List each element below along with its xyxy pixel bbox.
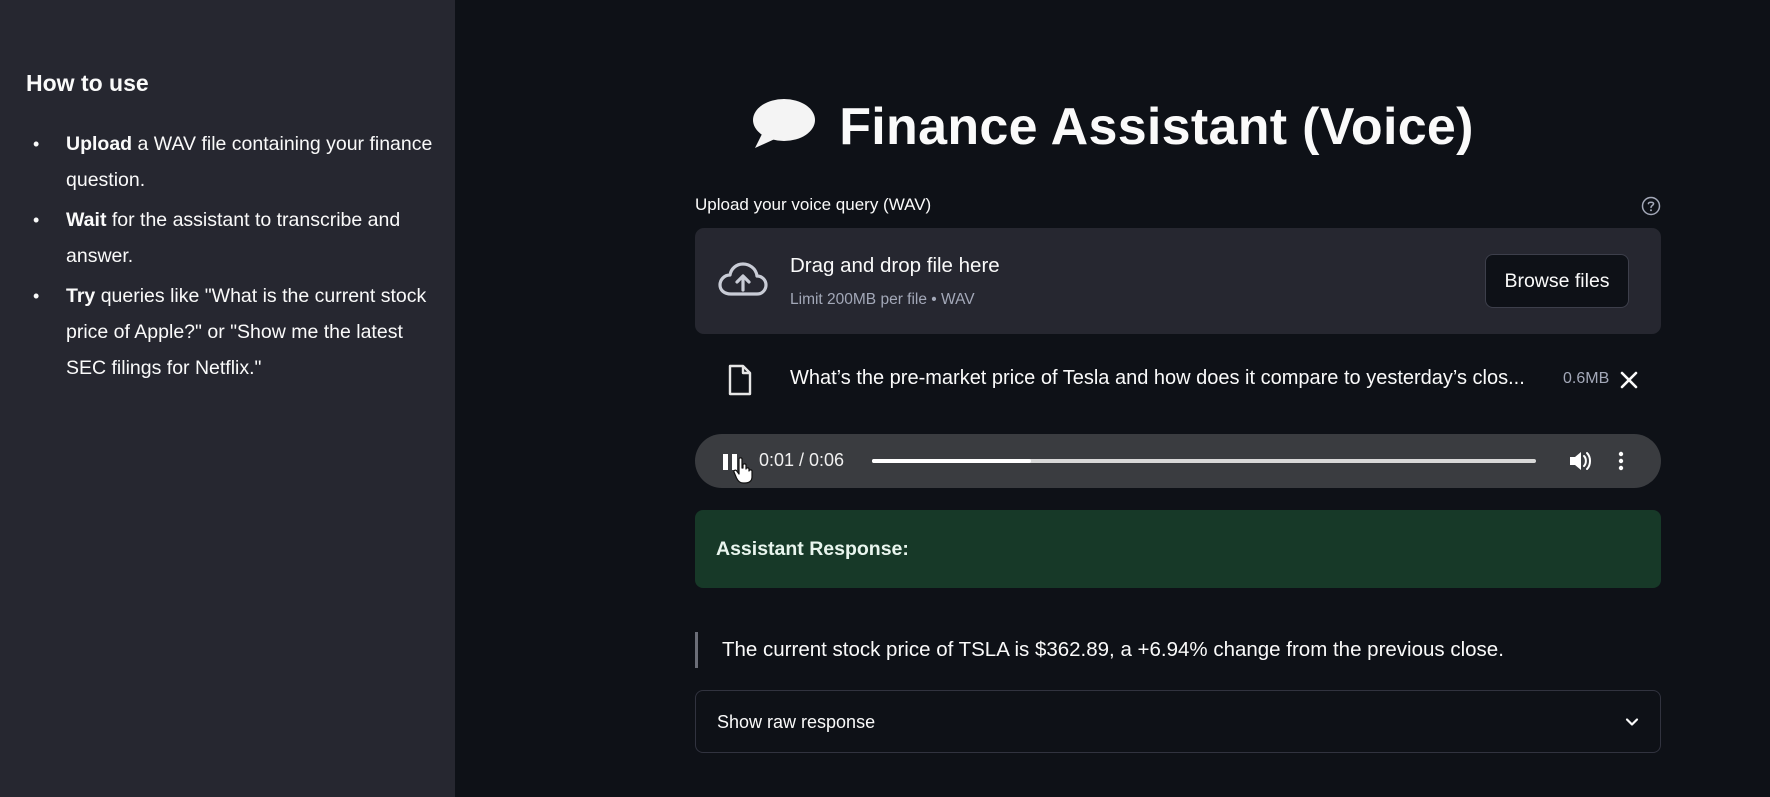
main-content: Finance Assistant (Voice) Upload your vo… (455, 0, 1770, 797)
expander-label: Show raw response (717, 712, 876, 732)
response-text: The current stock price of TSLA is $362.… (722, 638, 1504, 661)
browse-files-button[interactable]: Browse files (1485, 254, 1629, 308)
cloud-upload-icon (717, 260, 769, 302)
bullet-icon: • (33, 286, 40, 306)
list-item-strong: Upload (66, 133, 133, 155)
file-name: What’s the pre-market price of Tesla and… (790, 367, 1525, 389)
how-to-list: • Upload a WAV file containing your fina… (26, 126, 436, 390)
sidebar: How to use • Upload a WAV file containin… (0, 0, 455, 797)
list-item-text: queries like "What is the current stock … (66, 285, 427, 379)
bullet-icon: • (33, 210, 40, 230)
list-item: • Try queries like "What is the current … (26, 278, 436, 386)
response-alert: Assistant Response: (695, 510, 1661, 588)
seek-bar-fill (872, 459, 1032, 463)
close-icon[interactable] (1617, 368, 1641, 392)
time-display: 0:01 / 0:06 (759, 450, 845, 470)
hand-cursor-icon (733, 456, 755, 484)
list-item-strong: Wait (66, 209, 107, 231)
more-options-icon[interactable] (1609, 449, 1633, 473)
volume-icon[interactable] (1568, 450, 1592, 472)
help-icon[interactable] (1641, 196, 1661, 216)
file-icon (727, 364, 753, 396)
sidebar-heading: How to use (26, 70, 149, 96)
response-blockquote: The current stock price of TSLA is $362.… (695, 632, 1661, 668)
speech-bubble-icon (751, 96, 817, 163)
page-title-text: Finance Assistant (Voice) (839, 98, 1474, 156)
file-dropzone[interactable]: Drag and drop file here Limit 200MB per … (695, 228, 1661, 334)
list-item: • Wait for the assistant to transcribe a… (26, 202, 436, 274)
upload-label: Upload your voice query (WAV) (695, 195, 932, 214)
list-item: • Upload a WAV file containing your fina… (26, 126, 436, 198)
bullet-icon: • (33, 134, 40, 154)
response-title: Assistant Response: (716, 538, 909, 560)
raw-response-expander[interactable]: Show raw response (695, 690, 1661, 753)
list-item-strong: Try (66, 285, 96, 307)
list-item-text: for the assistant to transcribe and answ… (66, 209, 401, 267)
seek-bar[interactable] (872, 459, 1536, 463)
file-size: 0.6MB (1563, 370, 1610, 387)
dropzone-limit: Limit 200MB per file • WAV (790, 291, 975, 308)
page-title: Finance Assistant (Voice) (455, 96, 1770, 163)
audio-player[interactable]: 0:01 / 0:06 (695, 434, 1661, 488)
dropzone-title: Drag and drop file here (790, 254, 1000, 277)
chevron-down-icon (1622, 712, 1642, 732)
quote-bar (695, 632, 698, 668)
uploaded-file-row: What’s the pre-market price of Tesla and… (695, 355, 1661, 405)
